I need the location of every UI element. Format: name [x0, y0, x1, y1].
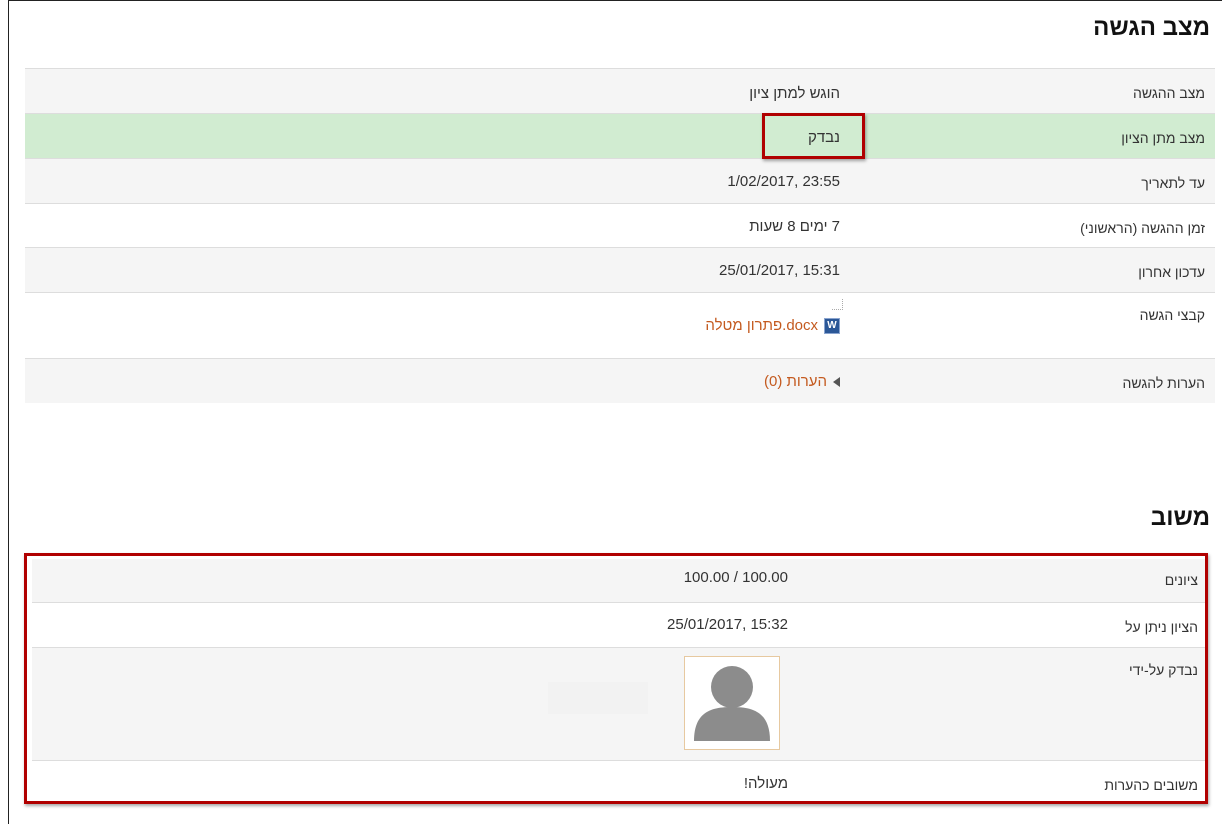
row-label: הערות להגשה [1122, 375, 1205, 391]
row-value: 7 ימים 8 שעות [749, 218, 840, 235]
feedback-title: משוב [1150, 504, 1210, 531]
row-label: קבצי הגשה [1139, 307, 1205, 323]
row-label: מצב מתן הציון [1121, 130, 1205, 146]
row-label: זמן ההגשה (הראשוני) [1080, 220, 1205, 236]
row-label: עדכון אחרון [1138, 264, 1205, 280]
annotation-highlight-box [762, 113, 865, 159]
feedback-annotation-box [24, 553, 1208, 804]
row-value: הוגש למתן ציון [749, 85, 840, 102]
table-row: עד לתאריך 23:55 ,1/02/2017 [25, 158, 1215, 203]
tree-connector [832, 299, 843, 310]
row-label: מצב ההגשה [1133, 85, 1205, 101]
table-row: עדכון אחרון 15:31 ,25/01/2017 [25, 247, 1215, 292]
row-label: עד לתאריך [1141, 175, 1205, 191]
table-row-grading-status: מצב מתן הציון נבדק [25, 113, 1215, 158]
submission-status-title: מצב הגשה [1093, 14, 1210, 41]
submitted-file-link[interactable]: Wdocx.פתרון מטלה [705, 317, 840, 335]
row-value: 15:31 ,25/01/2017 [719, 262, 840, 279]
submission-status-table: מצב ההגשה הוגש למתן ציון מצב מתן הציון נ… [25, 68, 1215, 403]
word-document-icon: W [824, 318, 840, 335]
table-row: הערות להגשה הערות (0) [25, 358, 1215, 403]
table-row: זמן ההגשה (הראשוני) 7 ימים 8 שעות [25, 203, 1215, 247]
table-row: קבצי הגשה Wdocx.פתרון מטלה [25, 292, 1215, 358]
submission-comments-toggle[interactable]: הערות (0) [764, 373, 840, 390]
table-row: מצב ההגשה הוגש למתן ציון [25, 68, 1215, 113]
row-value: 23:55 ,1/02/2017 [727, 173, 840, 190]
collapse-triangle-icon [833, 377, 840, 388]
